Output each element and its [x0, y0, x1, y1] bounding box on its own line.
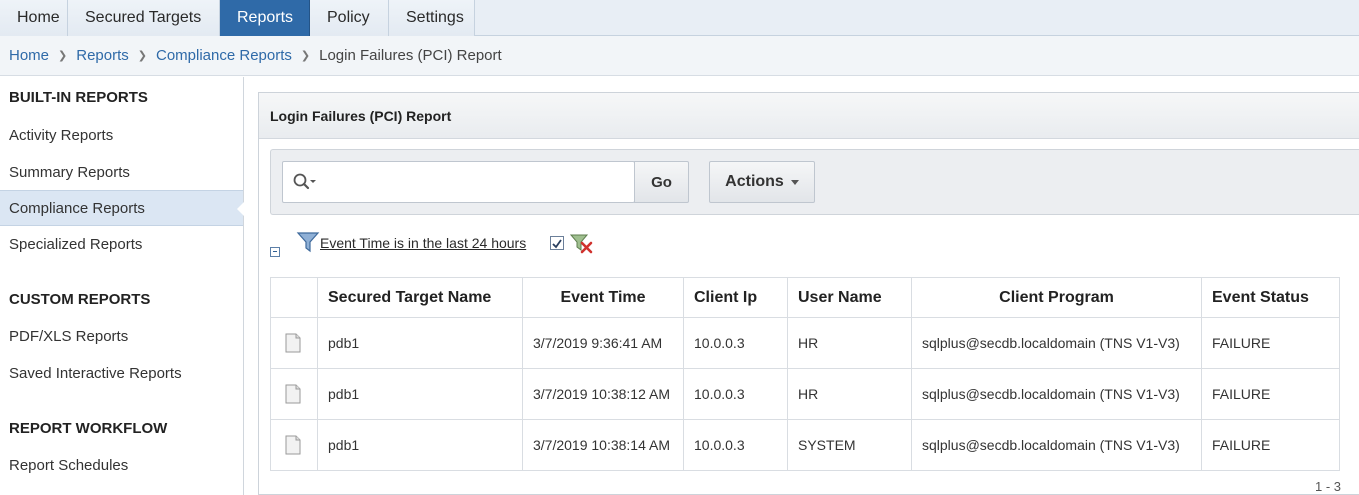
sidebar-item-summary-reports[interactable]: Summary Reports [0, 154, 243, 190]
chevron-right-icon: ❯ [300, 50, 311, 62]
report-title: Login Failures (PCI) Report [259, 93, 1359, 139]
breadcrumb-home[interactable]: Home [9, 47, 49, 64]
row-detail-cell[interactable] [270, 317, 318, 369]
cell-event-status: FAILURE [1201, 317, 1340, 369]
tab-reports[interactable]: Reports [220, 0, 310, 36]
cell-event-status: FAILURE [1201, 419, 1340, 471]
column-header-client-program[interactable]: Client Program [911, 277, 1202, 318]
report-panel: Login Failures (PCI) Report Go Actions E… [258, 92, 1359, 495]
go-button[interactable]: Go [634, 161, 689, 203]
filter-row: Event Time is in the last 24 hours [270, 231, 670, 261]
sidebar-heading-workflow: REPORT WORKFLOW [9, 420, 168, 437]
sidebar: BUILT-IN REPORTS Activity Reports Summar… [0, 77, 245, 495]
column-header-event-status[interactable]: Event Status [1201, 277, 1340, 318]
table-row: pdb1 3/7/2019 10:38:12 AM 10.0.0.3 HR sq… [270, 368, 1340, 420]
search-input[interactable] [321, 168, 626, 196]
filter-enabled-checkbox[interactable] [550, 236, 564, 250]
cell-event-time: 3/7/2019 10:38:14 AM [522, 419, 684, 471]
cell-client-program: sqlplus@secdb.localdomain (TNS V1-V3) [911, 317, 1202, 369]
column-header-event-time[interactable]: Event Time [522, 277, 684, 318]
sidebar-heading-built-in: BUILT-IN REPORTS [9, 89, 148, 106]
cell-client-program: sqlplus@secdb.localdomain (TNS V1-V3) [911, 368, 1202, 420]
checkmark-icon [552, 239, 562, 249]
sidebar-item-report-schedules[interactable]: Report Schedules [0, 447, 243, 483]
cell-secured-target-name: pdb1 [317, 419, 523, 471]
cell-user-name: HR [787, 317, 912, 369]
table-row: pdb1 3/7/2019 9:36:41 AM 10.0.0.3 HR sql… [270, 317, 1340, 369]
search-field[interactable] [282, 161, 635, 203]
document-icon[interactable] [285, 333, 301, 353]
report-toolbar: Go Actions [270, 149, 1359, 215]
chevron-right-icon: ❯ [58, 50, 68, 62]
column-header-client-ip[interactable]: Client Ip [683, 277, 788, 318]
table-row: pdb1 3/7/2019 10:38:14 AM 10.0.0.3 SYSTE… [270, 419, 1340, 471]
row-detail-cell[interactable] [270, 368, 318, 420]
tab-home[interactable]: Home [0, 0, 68, 36]
row-detail-cell[interactable] [270, 419, 318, 471]
sidebar-heading-custom: CUSTOM REPORTS [9, 291, 151, 308]
cell-client-program: sqlplus@secdb.localdomain (TNS V1-V3) [911, 419, 1202, 471]
column-header-user-name[interactable]: User Name [787, 277, 912, 318]
funnel-icon [296, 232, 320, 253]
document-icon[interactable] [285, 384, 301, 404]
tab-policy[interactable]: Policy [310, 0, 389, 36]
cell-secured-target-name: pdb1 [317, 368, 523, 420]
actions-label: Actions [725, 173, 784, 190]
breadcrumb: Home ❯ Reports ❯ Compliance Reports ❯ Lo… [0, 36, 1359, 76]
tab-settings[interactable]: Settings [389, 0, 475, 36]
cell-client-ip: 10.0.0.3 [683, 317, 788, 369]
top-nav: Home Secured Targets Reports Policy Sett… [0, 0, 1359, 36]
sidebar-item-pdf-xls-reports[interactable]: PDF/XLS Reports [0, 318, 243, 354]
breadcrumb-current: Login Failures (PCI) Report [319, 47, 502, 64]
chevron-right-icon: ❯ [137, 50, 147, 62]
cell-client-ip: 10.0.0.3 [683, 368, 788, 420]
document-icon[interactable] [285, 435, 301, 455]
sidebar-item-activity-reports[interactable]: Activity Reports [0, 117, 243, 153]
collapse-icon[interactable] [270, 247, 280, 257]
sidebar-item-compliance-reports[interactable]: Compliance Reports [0, 190, 245, 226]
table-header-row: Secured Target Name Event Time Client Ip… [270, 277, 1340, 318]
report-table: Secured Target Name Event Time Client Ip… [270, 277, 1340, 471]
cell-secured-target-name: pdb1 [317, 317, 523, 369]
pagination-label: 1 - 3 [1314, 479, 1341, 494]
cell-user-name: HR [787, 368, 912, 420]
column-header-secured-target-name[interactable]: Secured Target Name [317, 277, 523, 318]
sidebar-item-saved-interactive-reports[interactable]: Saved Interactive Reports [0, 355, 243, 391]
breadcrumb-compliance-reports[interactable]: Compliance Reports [156, 47, 292, 64]
breadcrumb-reports[interactable]: Reports [76, 47, 129, 64]
column-header-icon [270, 277, 318, 318]
sidebar-item-specialized-reports[interactable]: Specialized Reports [0, 226, 243, 262]
remove-filter-icon[interactable] [570, 233, 594, 255]
cell-event-time: 3/7/2019 9:36:41 AM [522, 317, 684, 369]
actions-button[interactable]: Actions [709, 161, 815, 203]
filter-label[interactable]: Event Time is in the last 24 hours [320, 235, 526, 251]
cell-event-time: 3/7/2019 10:38:12 AM [522, 368, 684, 420]
tab-secured-targets[interactable]: Secured Targets [68, 0, 220, 36]
cell-event-status: FAILURE [1201, 368, 1340, 420]
cell-client-ip: 10.0.0.3 [683, 419, 788, 471]
search-icon[interactable] [292, 172, 318, 192]
cell-user-name: SYSTEM [787, 419, 912, 471]
caret-down-icon [790, 179, 799, 185]
